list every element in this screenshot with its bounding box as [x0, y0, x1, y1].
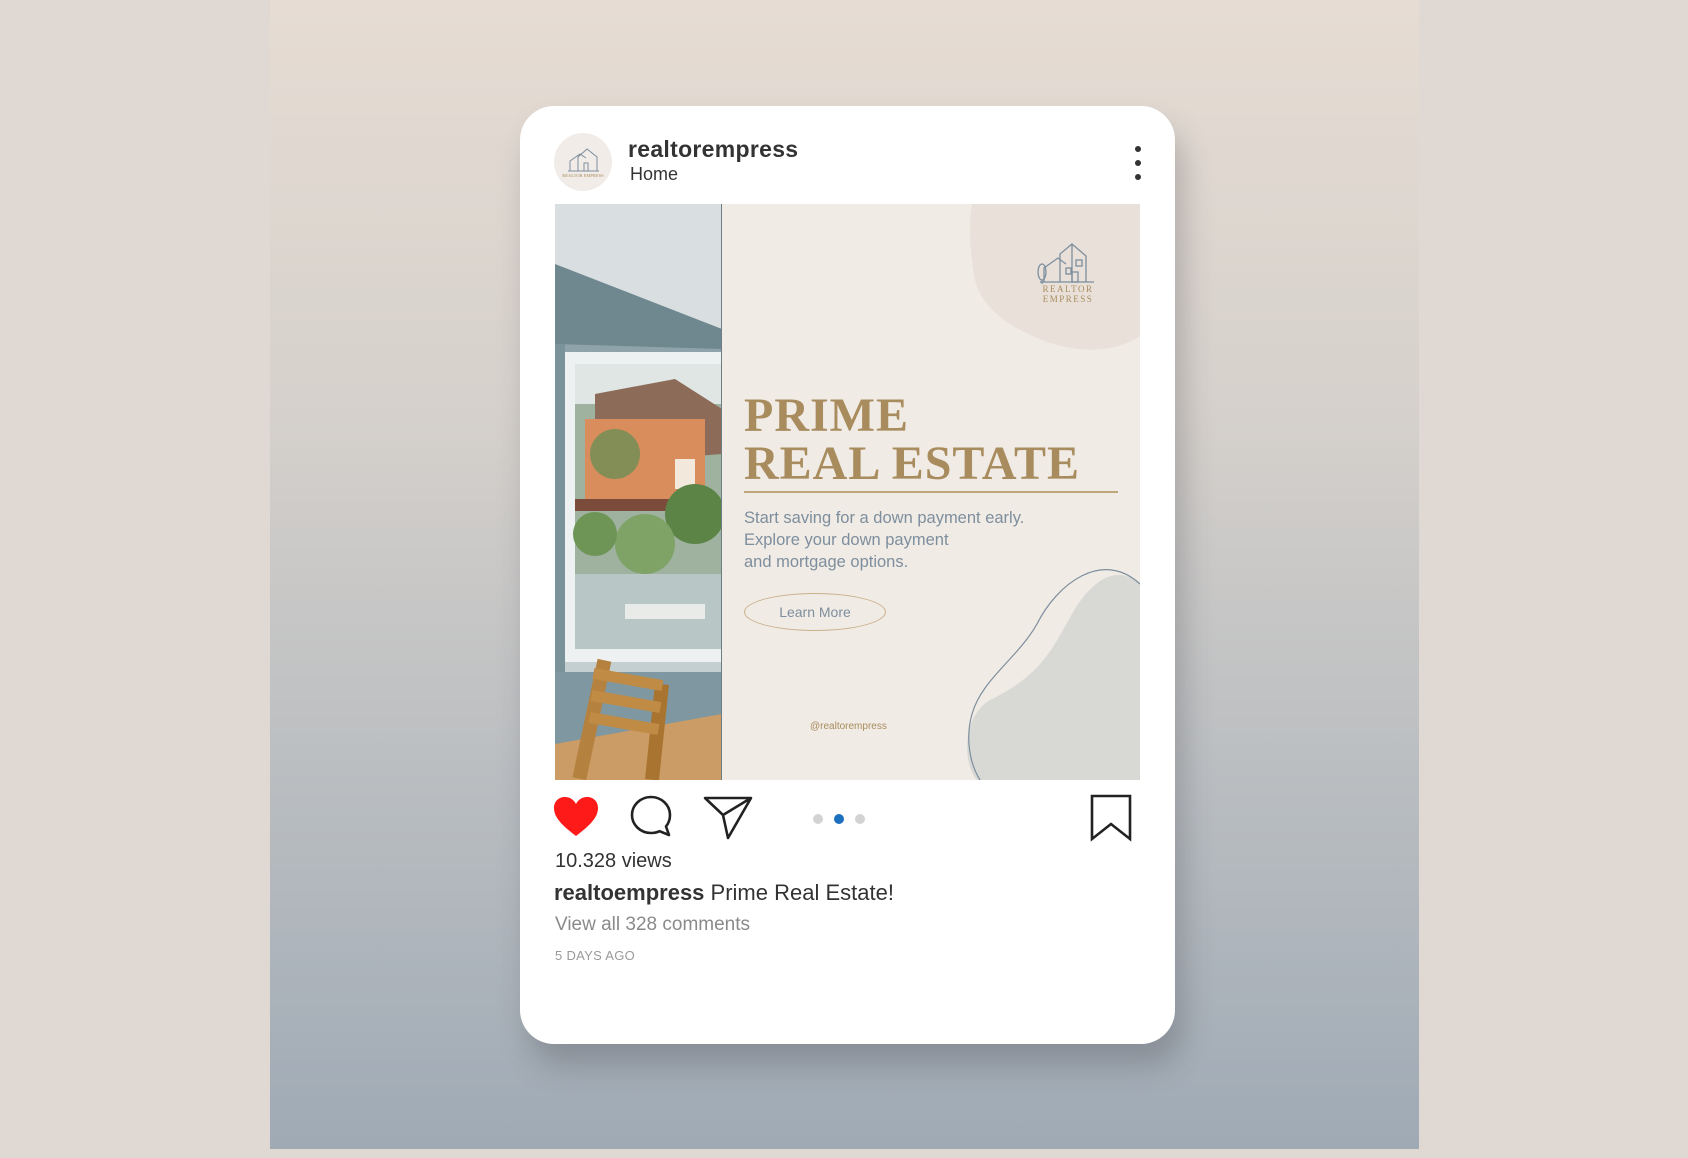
- headline-line2: REAL ESTATE: [744, 437, 1081, 490]
- instagram-post-card: REALTOR EMPRESS realtorempress Home REAL…: [520, 106, 1175, 1044]
- slide-body-text: Start saving for a down payment early. E…: [744, 507, 1064, 573]
- slide-logo-line2: EMPRESS: [1043, 294, 1094, 304]
- more-vertical-icon: [1135, 146, 1141, 152]
- caption-text: Prime Real Estate!: [710, 880, 894, 905]
- carousel-dot[interactable]: [813, 814, 823, 824]
- caption: realtoempress Prime Real Estate!: [554, 880, 894, 906]
- body-line3: and mortgage options.: [744, 553, 909, 571]
- post-image[interactable]: REALTOR EMPRESS PRIME REAL ESTATE Start …: [555, 204, 1140, 780]
- post-username[interactable]: realtorempress: [628, 136, 798, 163]
- carousel-dot[interactable]: [855, 814, 865, 824]
- house-logo-icon: REALTOR EMPRESS: [562, 148, 604, 178]
- share-button[interactable]: [703, 794, 753, 845]
- post-timestamp: 5 DAYS AGO: [555, 948, 636, 963]
- comment-button[interactable]: [629, 794, 673, 843]
- avatar[interactable]: REALTOR EMPRESS: [554, 133, 612, 191]
- post-location[interactable]: Home: [630, 164, 678, 185]
- slide-headline: PRIME REAL ESTATE: [744, 392, 1080, 488]
- carousel-indicator: [813, 814, 865, 824]
- heart-icon: [554, 797, 598, 836]
- view-comments-link[interactable]: View all 328 comments: [555, 914, 750, 936]
- more-options-button[interactable]: [1130, 146, 1146, 180]
- views-count: 10.328 views: [555, 850, 672, 872]
- bookmark-icon: [1090, 794, 1132, 842]
- like-button[interactable]: [553, 796, 599, 843]
- carousel-slide: REALTOR EMPRESS PRIME REAL ESTATE Start …: [722, 204, 1140, 780]
- slide-logo-line1: REALTOR: [1042, 284, 1093, 294]
- caption-username[interactable]: realtoempress: [554, 880, 704, 905]
- learn-more-button[interactable]: Learn More: [744, 593, 886, 631]
- comment-icon: [630, 795, 672, 837]
- body-line2: Explore your down payment: [744, 531, 949, 549]
- avatar-logo-text: REALTOR EMPRESS: [562, 173, 604, 178]
- body-line1: Start saving for a down payment early.: [744, 509, 1025, 527]
- send-icon: [703, 796, 753, 840]
- headline-divider: [744, 491, 1118, 493]
- house-logo-icon: REALTOR EMPRESS: [1037, 243, 1094, 304]
- save-button[interactable]: [1090, 794, 1132, 847]
- window-photo: [555, 204, 722, 780]
- headline-line1: PRIME: [744, 389, 909, 442]
- carousel-dot-active[interactable]: [834, 814, 844, 824]
- slide-handle: @realtorempress: [810, 721, 887, 732]
